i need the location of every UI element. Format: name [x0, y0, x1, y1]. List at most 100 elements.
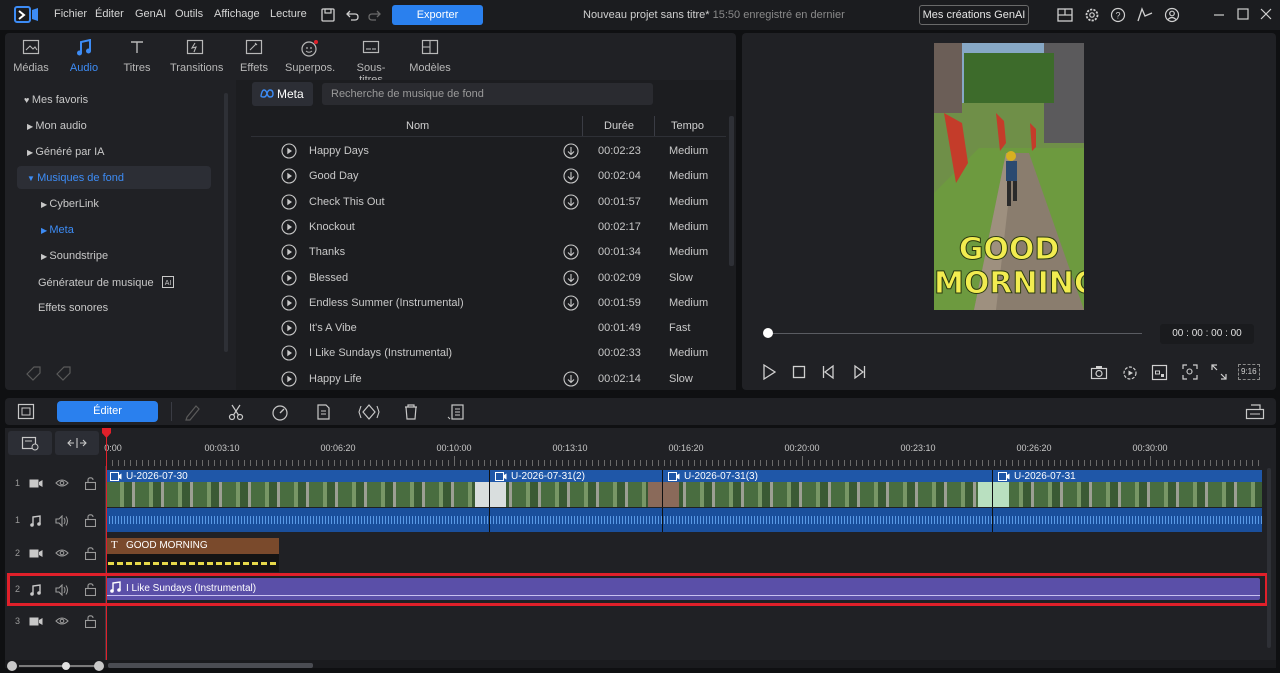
redo-icon[interactable]: [368, 8, 382, 22]
video-clip-strip[interactable]: U-2026-07-30 U-2026-07-31(2) U-2026-07-3…: [106, 470, 1262, 507]
tag-remove-icon[interactable]: [55, 365, 73, 381]
source-chip[interactable]: Meta: [252, 82, 313, 106]
settings-gear-icon[interactable]: [1084, 7, 1100, 23]
next-frame-icon[interactable]: [851, 364, 867, 380]
play-preview-icon[interactable]: [281, 244, 297, 260]
sidebar-item-cyberlink[interactable]: ▶ CyberLink: [41, 198, 99, 210]
timecode-display[interactable]: 00 : 00 : 00 : 00: [1160, 324, 1254, 344]
timeline-vertical-scrollbar[interactable]: [1267, 468, 1271, 648]
account-icon[interactable]: [1164, 7, 1180, 23]
visibility-eye-icon[interactable]: [55, 616, 69, 626]
track-lock-icon[interactable]: [85, 514, 96, 527]
menu-editer[interactable]: Éditer: [95, 8, 124, 20]
sidebar-item-soundstripe[interactable]: ▶ Soundstripe: [41, 250, 108, 262]
sidebar-item-sound-effects[interactable]: Effets sonores: [38, 302, 108, 314]
sidebar-item-music-generator[interactable]: Générateur de musique AI: [38, 276, 174, 289]
menu-fichier[interactable]: Fichier: [54, 8, 87, 20]
speed-gauge-icon[interactable]: [271, 403, 289, 421]
menu-affichage[interactable]: Affichage: [214, 8, 260, 20]
music-row[interactable]: Happy Days 00:02:23 Medium: [236, 138, 726, 163]
delete-trash-icon[interactable]: [403, 403, 419, 421]
stop-icon[interactable]: [792, 365, 806, 379]
help-icon[interactable]: ?: [1110, 7, 1126, 23]
timeline-settings-icon[interactable]: [1245, 403, 1265, 421]
music-row[interactable]: Check This Out 00:01:57 Medium: [236, 189, 726, 214]
timeline-horizontal-scrollbar[interactable]: [108, 663, 313, 668]
preview-video-frame[interactable]: GOOD MORNING: [934, 43, 1084, 310]
sidebar-item-ai-generated[interactable]: ▶ Généré par IA: [27, 146, 104, 158]
minimize-icon[interactable]: [1212, 7, 1226, 21]
playback-scrubber-track[interactable]: [769, 333, 1142, 334]
download-icon[interactable]: [563, 168, 579, 184]
zoom-in-icon[interactable]: [94, 661, 104, 671]
layout-icon[interactable]: [1057, 7, 1073, 23]
tag-add-icon[interactable]: [25, 365, 43, 381]
sidebar-item-favorites[interactable]: ♥ Mes favoris: [24, 94, 88, 106]
play-preview-icon[interactable]: [281, 168, 297, 184]
pen-tool-icon[interactable]: [184, 403, 202, 421]
edit-button[interactable]: Éditer: [57, 401, 158, 422]
menu-lecture[interactable]: Lecture: [270, 8, 307, 20]
download-icon[interactable]: [563, 244, 579, 260]
maximize-icon[interactable]: [1236, 7, 1250, 21]
column-name[interactable]: Nom: [406, 120, 429, 132]
play-preview-icon[interactable]: [281, 371, 297, 387]
menu-outils[interactable]: Outils: [175, 8, 203, 20]
menu-genai[interactable]: GenAI: [135, 8, 166, 20]
music-row[interactable]: I Like Sundays (Instrumental) 00:02:33 Med…: [236, 340, 726, 365]
split-scissors-icon[interactable]: [227, 403, 245, 421]
download-icon[interactable]: [563, 194, 579, 210]
clip-edit-icon[interactable]: [315, 403, 333, 421]
music-row[interactable]: Good Day 00:02:04 Medium: [236, 163, 726, 188]
previous-frame-icon[interactable]: [821, 364, 837, 380]
save-icon[interactable]: [320, 7, 336, 23]
zoom-slider-track[interactable]: [19, 665, 97, 667]
storyboard-view-icon[interactable]: [17, 403, 35, 420]
visibility-eye-icon[interactable]: [55, 548, 69, 558]
tab-superpos[interactable]: Superpos.: [285, 39, 335, 74]
tab-titres[interactable]: Titres: [112, 39, 162, 74]
download-icon[interactable]: [563, 295, 579, 311]
download-icon[interactable]: [563, 371, 579, 387]
play-preview-icon[interactable]: [281, 295, 297, 311]
track-lock-icon[interactable]: [85, 547, 96, 560]
zoom-slider-handle[interactable]: [62, 662, 70, 670]
track-manager-button[interactable]: [8, 431, 52, 455]
tab-modeles[interactable]: Modèles: [405, 39, 455, 74]
music-row[interactable]: Happy Life 00:02:14 Slow: [236, 366, 726, 391]
keyframe-icon[interactable]: [358, 403, 380, 421]
music-row[interactable]: It's A Vibe 00:01:49 Fast: [236, 315, 726, 340]
timeline-ruler[interactable]: 0:00 00:03:10 00:06:20 00:10:00 00:13:10 00:1…: [104, 428, 1262, 466]
more-tools-icon[interactable]: [447, 403, 465, 421]
zoom-fit-icon[interactable]: [1182, 364, 1198, 380]
music-row[interactable]: Knockout 00:02:17 Medium: [236, 214, 726, 239]
playhead-handle[interactable]: [102, 428, 111, 438]
zoom-out-icon[interactable]: [7, 661, 17, 671]
sidebar-item-meta[interactable]: ▶ Meta: [41, 224, 74, 236]
genai-creations-button[interactable]: Mes créations GenAI: [919, 5, 1029, 25]
tab-audio[interactable]: Audio: [59, 39, 109, 74]
play-preview-icon[interactable]: [281, 320, 297, 336]
music-row[interactable]: Thanks 00:01:34 Medium: [236, 239, 726, 264]
music-search-input[interactable]: Recherche de musique de fond: [322, 83, 653, 105]
playback-scrubber-handle[interactable]: [763, 328, 773, 338]
music-list-scrollbar[interactable]: [729, 116, 734, 266]
sidebar-item-my-audio[interactable]: ▶ Mon audio: [27, 120, 87, 132]
preview-quality-icon[interactable]: [1151, 364, 1168, 381]
fullscreen-icon[interactable]: [1211, 364, 1227, 380]
play-preview-icon[interactable]: [281, 219, 297, 235]
tab-effets[interactable]: Effets: [229, 39, 279, 74]
download-icon[interactable]: [563, 269, 579, 286]
sidebar-item-background-music[interactable]: ▼ Musiques de fond: [27, 172, 124, 184]
play-preview-icon[interactable]: [281, 269, 297, 286]
aspect-ratio-toggle[interactable]: 9:16: [1238, 364, 1260, 380]
title-clip[interactable]: T GOOD MORNING: [106, 538, 279, 572]
export-button[interactable]: Exporter: [392, 5, 483, 25]
fit-timeline-button[interactable]: [55, 431, 99, 455]
sidebar-scrollbar[interactable]: [224, 93, 228, 352]
play-preview-icon[interactable]: [281, 194, 297, 210]
undo-icon[interactable]: [345, 8, 359, 22]
tab-medias[interactable]: Médias: [6, 39, 56, 74]
play-icon[interactable]: [762, 364, 776, 380]
mute-speaker-icon[interactable]: [55, 515, 69, 527]
